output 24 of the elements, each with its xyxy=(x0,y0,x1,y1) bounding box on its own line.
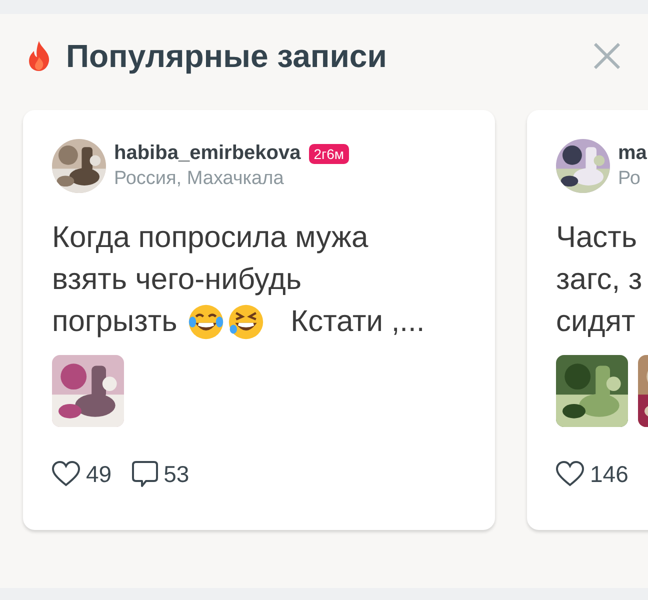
post-card[interactable]: ma Ро Часть загс, з сидят 146 xyxy=(527,110,648,530)
post-text: Когда попросила мужа xyxy=(52,221,368,255)
comment-count: 53 xyxy=(164,460,190,488)
age-badge: 2г6м xyxy=(308,144,350,164)
heart-icon[interactable] xyxy=(556,461,584,487)
section-title: Популярные записи xyxy=(66,38,388,74)
location-text: Ро xyxy=(618,168,642,190)
post-text: Часть xyxy=(556,221,638,255)
post-text: загс, з xyxy=(556,263,642,297)
author-name[interactable]: ma xyxy=(618,142,647,165)
like-count: 146 xyxy=(590,460,628,488)
author-name[interactable]: habiba_emirbekova xyxy=(114,142,301,165)
post-text: Кстати ,... xyxy=(290,305,425,339)
post-text: погрызть xyxy=(52,305,178,339)
location-text: Россия, Махачкала xyxy=(114,168,285,190)
post-text: взять чего-нибудь xyxy=(52,263,302,297)
fire-icon xyxy=(28,41,50,71)
post-text: сидят xyxy=(556,305,636,339)
comment-icon[interactable] xyxy=(132,461,158,487)
like-count: 49 xyxy=(86,460,112,488)
post-card[interactable]: habiba_emirbekova 2г6м Россия, Махачкала Когда попросила мужа взять чего-нибудь погрызть Кстати ,... 49 53 xyxy=(23,110,495,530)
laughing-tears-emoji-icon xyxy=(188,304,224,340)
squinting-laugh-emoji-icon xyxy=(228,304,264,340)
heart-icon[interactable] xyxy=(52,461,80,487)
